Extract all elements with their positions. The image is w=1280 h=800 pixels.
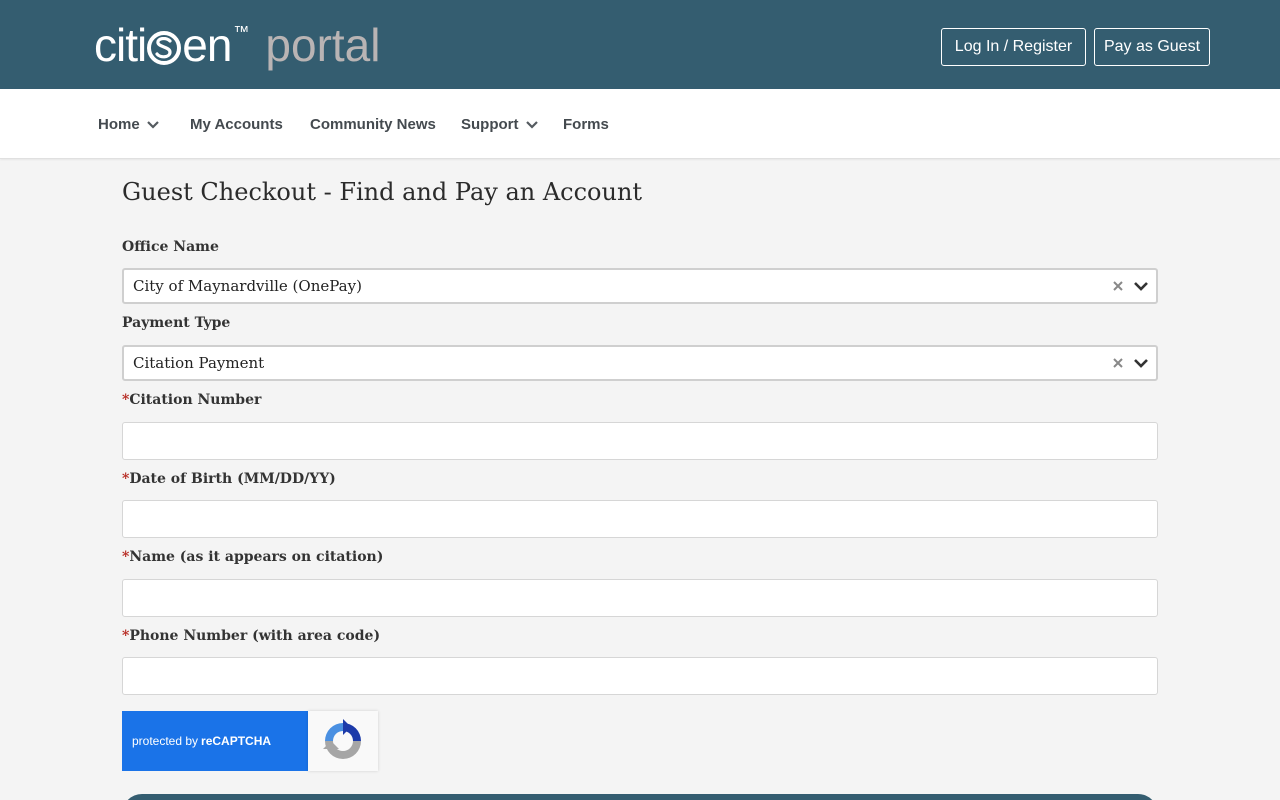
phone-number-label-text: Phone Number (with area code) bbox=[129, 628, 381, 644]
logo-s-mark-icon bbox=[147, 31, 182, 65]
logo-trademark: ™ bbox=[233, 24, 250, 41]
citation-number-label-text: Citation Number bbox=[129, 392, 262, 408]
recaptcha-brand: reCAPTCHA bbox=[201, 734, 272, 748]
date-of-birth-label: *Date of Birth (MM/DD/YY) bbox=[122, 471, 336, 487]
payment-type-select[interactable]: Citation Payment bbox=[122, 345, 1158, 381]
nav-item-support[interactable]: Support bbox=[461, 89, 538, 159]
nav-item-my-accounts[interactable]: My Accounts bbox=[190, 89, 283, 159]
name-input[interactable] bbox=[122, 579, 1158, 617]
pay-as-guest-button[interactable]: Pay as Guest bbox=[1094, 28, 1210, 66]
citation-number-input[interactable] bbox=[122, 422, 1158, 460]
nav-item-label: My Accounts bbox=[190, 115, 283, 133]
recaptcha-text: protected by reCAPTCHA bbox=[122, 711, 308, 771]
search-submit-button[interactable] bbox=[122, 794, 1158, 800]
logo-portal-text: portal bbox=[265, 19, 381, 71]
chevron-down-icon[interactable] bbox=[1132, 355, 1150, 371]
nav-item-home[interactable]: Home bbox=[98, 89, 159, 159]
recaptcha-logo-icon bbox=[308, 711, 378, 771]
office-name-select[interactable]: City of Maynardville (OnePay) bbox=[122, 268, 1158, 304]
nav-item-forms[interactable]: Forms bbox=[563, 89, 609, 159]
phone-number-input[interactable] bbox=[122, 657, 1158, 695]
nav-item-label: Support bbox=[461, 115, 519, 133]
chevron-down-icon bbox=[146, 116, 159, 133]
phone-number-label: *Phone Number (with area code) bbox=[122, 628, 380, 644]
clear-x-icon[interactable] bbox=[1110, 355, 1126, 371]
clear-x-icon[interactable] bbox=[1110, 278, 1126, 294]
office-name-label: Office Name bbox=[122, 239, 219, 255]
payment-type-label: Payment Type bbox=[122, 315, 231, 331]
page-title: Guest Checkout - Find and Pay an Account bbox=[122, 178, 643, 206]
recaptcha-prefix: protected by bbox=[132, 734, 199, 748]
nav-item-label: Forms bbox=[563, 115, 609, 133]
logo-brand-prefix: citi bbox=[94, 19, 147, 71]
logo-brand-suffix: en bbox=[182, 19, 232, 71]
name-label: *Name (as it appears on citation) bbox=[122, 549, 383, 565]
nav-item-label: Community News bbox=[310, 115, 436, 133]
payment-type-selected-value: Citation Payment bbox=[133, 354, 265, 372]
top-header: citi en ™ portal Log In / Register Pay a… bbox=[0, 0, 1280, 89]
date-of-birth-label-text: Date of Birth (MM/DD/YY) bbox=[129, 471, 336, 487]
citation-number-label: *Citation Number bbox=[122, 392, 261, 408]
login-register-button[interactable]: Log In / Register bbox=[941, 28, 1086, 66]
nav-item-label: Home bbox=[98, 115, 140, 133]
date-of-birth-input[interactable] bbox=[122, 500, 1158, 538]
recaptcha-badge[interactable]: protected by reCAPTCHA bbox=[122, 711, 378, 771]
chevron-down-icon[interactable] bbox=[1132, 278, 1150, 294]
citisen-logo[interactable]: citi en ™ portal bbox=[94, 22, 380, 78]
name-label-text: Name (as it appears on citation) bbox=[129, 549, 384, 565]
main-nav: Home My Accounts Community News Support … bbox=[0, 89, 1280, 159]
chevron-down-icon bbox=[525, 116, 538, 133]
office-name-selected-value: City of Maynardville (OnePay) bbox=[133, 277, 362, 295]
nav-item-community-news[interactable]: Community News bbox=[310, 89, 436, 159]
